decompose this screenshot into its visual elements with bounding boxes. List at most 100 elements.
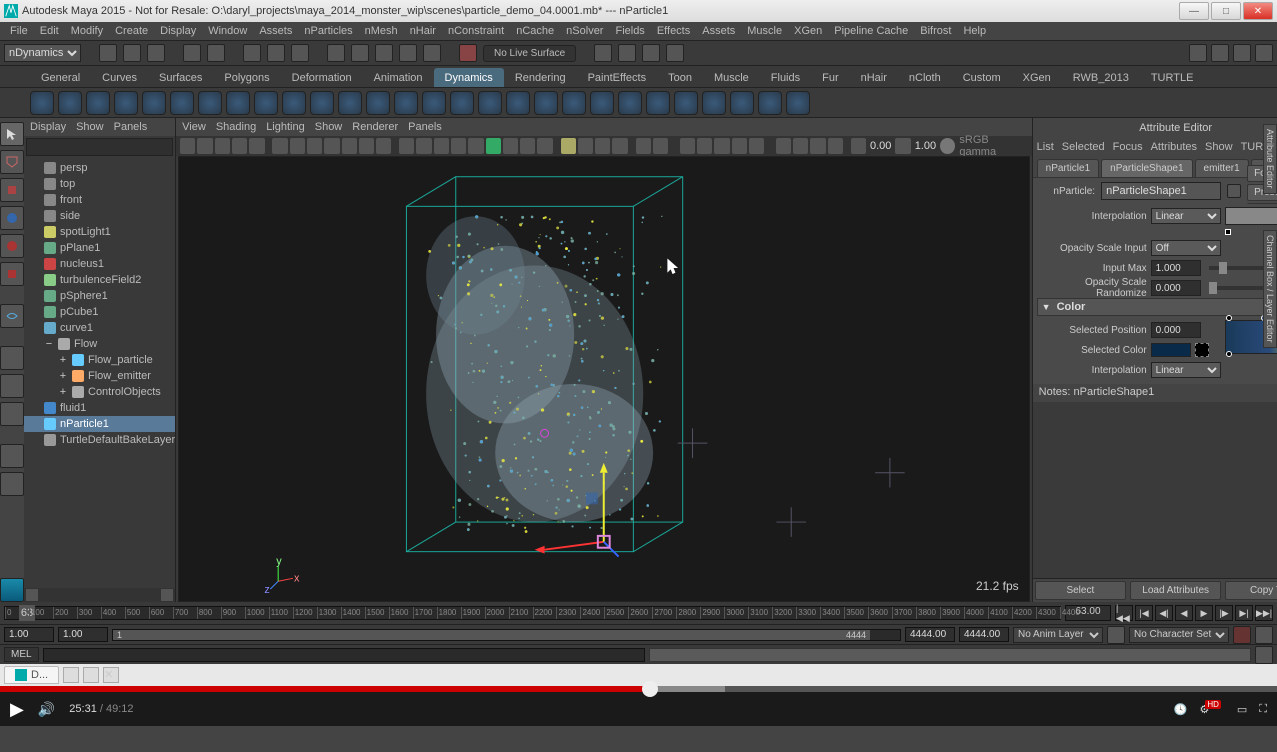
playback-end-field[interactable] (905, 627, 955, 642)
viewport-motion-blur-icon[interactable] (520, 138, 535, 154)
outliner-item-controlobjects[interactable]: +ControlObjects (24, 384, 175, 400)
viewport-canvas[interactable]: x y z 21.2 fps (178, 156, 1030, 602)
taskbar-button-1[interactable] (63, 667, 79, 683)
viewport-textured-icon[interactable] (434, 138, 449, 154)
shelf-tab-muscle[interactable]: Muscle (703, 68, 760, 87)
outliner-item-flow_emitter[interactable]: +Flow_emitter (24, 368, 175, 384)
move-tool[interactable] (0, 206, 24, 230)
viewport-exposure-icon[interactable] (636, 138, 651, 154)
outliner-scrollbar[interactable] (24, 588, 175, 602)
menu-pipelinecache[interactable]: Pipeline Cache (828, 25, 914, 37)
shelf-icon-20[interactable] (590, 91, 614, 115)
shelf-icon-18[interactable] (534, 91, 558, 115)
viewport-film-gate-icon[interactable] (290, 138, 305, 154)
selected-color-swatch[interactable] (1151, 343, 1191, 357)
outliner-item-flow_particle[interactable]: +Flow_particle (24, 352, 175, 368)
viewport-xray-joints-icon[interactable] (595, 138, 610, 154)
shelf-tab-animation[interactable]: Animation (363, 68, 434, 87)
shelf-icon-22[interactable] (646, 91, 670, 115)
undo-button[interactable] (183, 44, 201, 62)
layout-four-button[interactable] (0, 374, 24, 398)
menu-create[interactable]: Create (109, 25, 154, 37)
shelf-icon-16[interactable] (478, 91, 502, 115)
outliner-item-nparticle1[interactable]: nParticle1 (24, 416, 175, 432)
mode-selector[interactable]: nDynamics (4, 44, 81, 62)
toggle-tool-settings-button[interactable] (1233, 44, 1251, 62)
shelf-tab-fluids[interactable]: Fluids (760, 68, 811, 87)
outliner-item-nucleus1[interactable]: nucleus1 (24, 256, 175, 272)
viewport-menu-panels[interactable]: Panels (408, 121, 442, 133)
play-backward-button[interactable]: ◀ (1175, 605, 1193, 621)
selected-position-field[interactable] (1151, 322, 1201, 338)
viewport-ao-icon[interactable] (503, 138, 518, 154)
menu-display[interactable]: Display (154, 25, 202, 37)
ramp-marker-icon[interactable] (1225, 229, 1231, 235)
snap-point-button[interactable] (375, 44, 393, 62)
viewport-menu-lighting[interactable]: Lighting (266, 121, 305, 133)
shelf-tab-surfaces[interactable]: Surfaces (148, 68, 213, 87)
shelf-icon-15[interactable] (450, 91, 474, 115)
paint-select-tool[interactable] (0, 178, 24, 202)
shelf-tab-polygons[interactable]: Polygons (213, 68, 280, 87)
shelf-tab-deformation[interactable]: Deformation (281, 68, 363, 87)
viewport-menu-view[interactable]: View (182, 121, 206, 133)
viewport-select-camera-icon[interactable] (180, 138, 195, 154)
viewport-menu-shading[interactable]: Shading (216, 121, 256, 133)
open-scene-button[interactable] (123, 44, 141, 62)
outliner-item-curve1[interactable]: curve1 (24, 320, 175, 336)
shelf-icon-11[interactable] (338, 91, 362, 115)
menu-help[interactable]: Help (957, 25, 992, 37)
viewport-bookmark-icon[interactable] (197, 138, 212, 154)
viewport-grease-pencil-icon[interactable] (249, 138, 264, 154)
expand-toggle-icon[interactable]: − (44, 338, 54, 350)
interpolation-select[interactable]: Linear (1151, 208, 1221, 224)
menu-nparticles[interactable]: nParticles (298, 25, 358, 37)
shelf-tab-curves[interactable]: Curves (91, 68, 148, 87)
outliner-menu-panels[interactable]: Panels (114, 121, 148, 133)
ramp-marker-icon[interactable] (1226, 351, 1232, 357)
viewport-lights-icon[interactable] (451, 138, 466, 154)
viewport-field-chart-icon[interactable] (342, 138, 357, 154)
viewport-misc2-icon[interactable] (697, 138, 712, 154)
scale-tool[interactable] (0, 262, 24, 286)
play-forward-button[interactable]: ▶ (1195, 605, 1213, 621)
taskbar-close-button[interactable]: ✕ (103, 667, 119, 683)
attr-menu-focus[interactable]: Focus (1113, 141, 1143, 153)
viewport-misc6-icon[interactable] (776, 138, 791, 154)
viewport-gamma-slider-icon[interactable] (895, 138, 910, 154)
shelf-icon-17[interactable] (506, 91, 530, 115)
attr-menu-selected[interactable]: Selected (1062, 141, 1105, 153)
viewport-safe-action-icon[interactable] (359, 138, 374, 154)
shelf-icon-7[interactable] (226, 91, 250, 115)
ipr-button[interactable] (642, 44, 660, 62)
color-interpolation-select[interactable]: Linear (1151, 362, 1221, 378)
shelf-icon-6[interactable] (198, 91, 222, 115)
shelf-tab-dynamics[interactable]: Dynamics (434, 68, 504, 87)
viewport-gate-mask-icon[interactable] (324, 138, 339, 154)
shelf-tab-rwb_2013[interactable]: RWB_2013 (1062, 68, 1140, 87)
shelf-icon-8[interactable] (254, 91, 278, 115)
step-back-frame-button[interactable]: ◀| (1155, 605, 1173, 621)
video-theater-button[interactable]: ▭ (1237, 703, 1247, 716)
viewport-menu-renderer[interactable]: Renderer (352, 121, 398, 133)
select-joint-button[interactable] (291, 44, 309, 62)
construction-history-button[interactable] (594, 44, 612, 62)
save-scene-button[interactable] (147, 44, 165, 62)
shelf-icon-2[interactable] (86, 91, 110, 115)
shelf-icon-14[interactable] (422, 91, 446, 115)
shelf-icon-24[interactable] (702, 91, 726, 115)
snap-curve-button[interactable] (351, 44, 369, 62)
viewport-xray-icon[interactable] (578, 138, 593, 154)
opacity-ramp[interactable] (1225, 207, 1277, 225)
shelf-icon-21[interactable] (618, 91, 642, 115)
outliner-item-psphere1[interactable]: pSphere1 (24, 288, 175, 304)
window-minimize-button[interactable]: — (1179, 2, 1209, 20)
video-volume-button[interactable]: 🔊 (38, 701, 55, 718)
attr-btn-copy-tab[interactable]: Copy Tab (1225, 581, 1277, 600)
menu-muscle[interactable]: Muscle (741, 25, 788, 37)
shelf-icon-1[interactable] (58, 91, 82, 115)
viewport-hq-icon[interactable] (486, 138, 501, 154)
viewport-shaded-icon[interactable] (416, 138, 431, 154)
viewport-exposure-slider-icon[interactable] (851, 138, 866, 154)
time-slider[interactable]: 63 0100200300400500600700800900100011001… (0, 602, 1277, 624)
